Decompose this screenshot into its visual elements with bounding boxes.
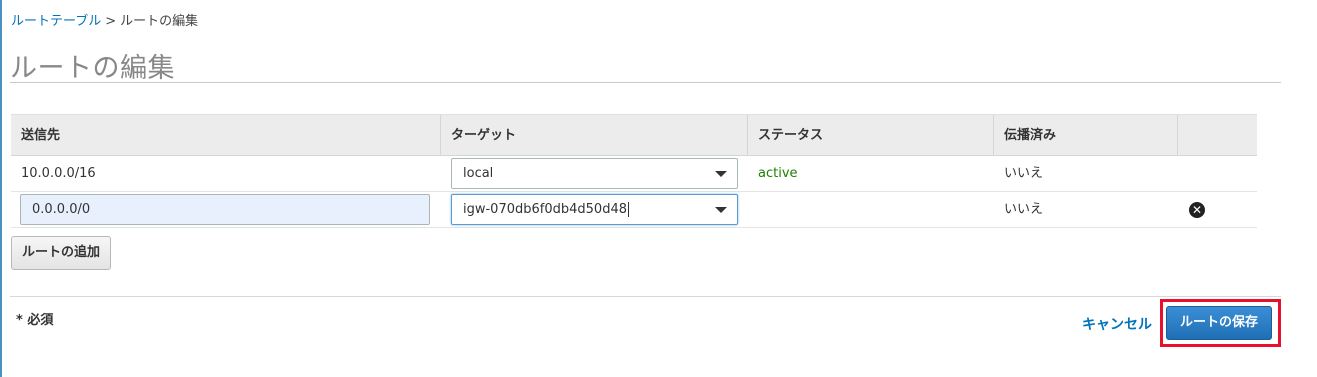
- save-routes-button[interactable]: ルートの保存: [1166, 306, 1272, 340]
- column-header-destination: 送信先: [21, 128, 61, 143]
- page-title: ルートの編集: [10, 53, 175, 84]
- target-select-value: local: [463, 166, 494, 181]
- target-select[interactable]: igw-070db6f0db4d50d48: [451, 194, 738, 225]
- chevron-down-icon: [715, 207, 727, 213]
- routes-table: 送信先 ターゲット ステータス 伝播済み 10.0.0.0/16 local a…: [11, 114, 1257, 228]
- left-edge-rule: [0, 0, 2, 377]
- propagated-value: いいえ: [1004, 202, 1044, 217]
- chevron-down-icon: [715, 171, 727, 177]
- breadcrumb-route-tables-link[interactable]: ルートテーブル: [11, 14, 101, 29]
- required-note: * 必須: [16, 313, 54, 328]
- destination-value: 10.0.0.0/16: [21, 166, 96, 181]
- breadcrumb-separator: >: [105, 14, 117, 29]
- close-circle-icon[interactable]: ✕: [1189, 202, 1205, 218]
- footer-divider: [10, 296, 1281, 297]
- destination-input[interactable]: 0.0.0.0/0: [20, 194, 430, 225]
- text-cursor: [628, 202, 629, 217]
- breadcrumb-current: ルートの編集: [120, 14, 199, 29]
- target-select[interactable]: local: [451, 158, 738, 189]
- column-header-actions: [1177, 115, 1257, 156]
- add-route-button[interactable]: ルートの追加: [11, 236, 112, 270]
- propagated-value: いいえ: [1004, 166, 1044, 181]
- cancel-button[interactable]: キャンセル: [1082, 314, 1152, 334]
- table-header: 送信先 ターゲット ステータス 伝播済み: [11, 114, 1257, 156]
- table-row: 10.0.0.0/16 local active いいえ: [11, 156, 1257, 192]
- column-header-propagated: 伝播済み: [993, 115, 1177, 156]
- target-select-value: igw-070db6f0db4d50d48: [463, 202, 627, 217]
- status-badge: active: [758, 166, 798, 181]
- breadcrumb: ルートテーブル > ルートの編集: [11, 10, 198, 29]
- title-divider: [10, 82, 1281, 83]
- table-row: 0.0.0.0/0 igw-070db6f0db4d50d48 いいえ ✕: [11, 192, 1257, 228]
- column-header-target: ターゲット: [440, 115, 747, 156]
- column-header-status: ステータス: [747, 115, 993, 156]
